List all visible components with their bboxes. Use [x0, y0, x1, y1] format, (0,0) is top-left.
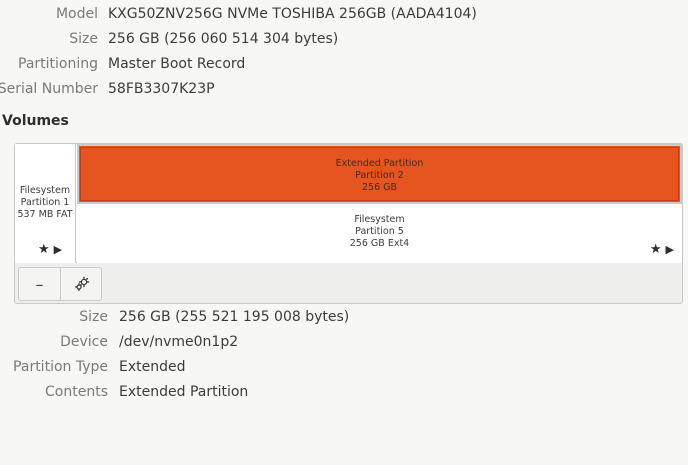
- partition-property-labels: Size Device Partition Type Contents: [0, 307, 108, 407]
- partition-1-markers: ★▶: [38, 242, 66, 257]
- gears-icon: [75, 276, 90, 291]
- extended-partition-size: 256 GB: [361, 182, 398, 193]
- model-value: KXG50ZNV256G NVMe TOSHIBA 256GB (AADA410…: [108, 6, 477, 22]
- drive-property-values: KXG50ZNV256G NVMe TOSHIBA 256GB (AADA410…: [108, 0, 668, 100]
- size-value: 256 GB (256 060 514 304 bytes): [108, 31, 339, 47]
- play-icon: ▶: [53, 243, 67, 256]
- star-icon: ★: [38, 242, 54, 257]
- extended-partition-name: Partition 2: [355, 170, 404, 181]
- partition-5-text: Filesystem Partition 5 256 GB Ext4: [77, 214, 682, 250]
- serial-number-value: 58FB3307K23P: [108, 81, 215, 97]
- partition-5-markers: ★▶: [650, 242, 678, 257]
- drive-property-labels: Model Size Partitioning Serial Number: [0, 0, 98, 100]
- partition-1-type: Filesystem: [19, 185, 71, 196]
- extended-partition-block[interactable]: Extended Partition Partition 2 256 GB: [77, 144, 682, 204]
- minus-icon: –: [35, 274, 44, 294]
- partition-1-name: Partition 1: [20, 197, 70, 208]
- volumes-map: Filesystem Partition 1 537 MB FAT ★▶ Ext…: [14, 143, 683, 304]
- size-label: Size: [69, 31, 98, 47]
- volume-grid: Filesystem Partition 1 537 MB FAT ★▶ Ext…: [15, 144, 682, 263]
- partition-type-label: Partition Type: [13, 359, 108, 375]
- partition-5-block[interactable]: Filesystem Partition 5 256 GB Ext4 ★▶: [77, 204, 682, 263]
- contents-label: Contents: [45, 384, 108, 400]
- device-label: Device: [60, 334, 108, 350]
- contents-value: Extended Partition: [119, 384, 249, 400]
- volumes-heading: Volumes: [2, 113, 69, 129]
- partition-1-block[interactable]: Filesystem Partition 1 537 MB FAT ★▶: [15, 144, 76, 263]
- star-icon: ★: [649, 242, 666, 257]
- extended-partition-text: Extended Partition Partition 2 256 GB: [79, 158, 680, 194]
- partition-1-text: Filesystem Partition 1 537 MB FAT: [15, 185, 75, 221]
- partitioning-value: Master Boot Record: [108, 56, 246, 72]
- partition-5-size: 256 GB Ext4: [349, 238, 410, 249]
- remove-partition-button[interactable]: –: [19, 268, 61, 300]
- volume-toolbar: –: [18, 267, 102, 301]
- extended-partition-type: Extended Partition: [335, 158, 424, 169]
- partition-5-name: Partition 5: [355, 226, 404, 237]
- partition-size-label: Size: [79, 309, 108, 325]
- partition-1-size: 537 MB FAT: [17, 209, 73, 220]
- partition-size-value: 256 GB (255 521 195 008 bytes): [119, 309, 350, 325]
- serial-number-label: Serial Number: [0, 81, 98, 97]
- partition-property-values: 256 GB (255 521 195 008 bytes) /dev/nvme…: [119, 307, 679, 407]
- partitioning-label: Partitioning: [18, 56, 98, 72]
- play-icon: ▶: [665, 243, 678, 256]
- model-label: Model: [55, 6, 98, 22]
- partition-type-value: Extended: [119, 359, 186, 375]
- device-value[interactable]: /dev/nvme0n1p2: [119, 332, 238, 352]
- partition-5-type: Filesystem: [354, 214, 405, 225]
- partition-settings-button[interactable]: [61, 268, 103, 300]
